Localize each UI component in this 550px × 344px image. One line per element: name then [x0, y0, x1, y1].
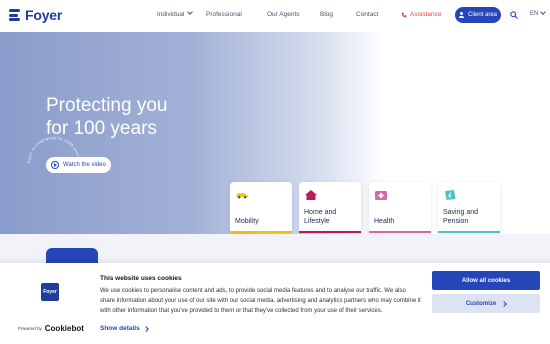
assistance-label: Assistance — [410, 11, 442, 18]
nav-individual[interactable]: Individual — [157, 9, 194, 18]
search-icon[interactable] — [510, 11, 518, 19]
cookie-brand-logo: Foyer — [41, 283, 59, 301]
powered-by-cookiebot[interactable]: Powered by Cookiebot — [18, 324, 84, 333]
powered-by-label: Powered by — [18, 326, 42, 331]
allow-all-cookies-button[interactable]: Allow all cookies — [432, 271, 540, 290]
show-details-label: Show details — [100, 325, 140, 332]
chevron-right-icon — [142, 325, 149, 332]
watch-video-button[interactable]: Watch the video — [46, 157, 111, 173]
piggy-icon — [445, 190, 456, 200]
phone-icon — [401, 12, 407, 17]
cookiebot-logo: Cookiebot — [44, 324, 84, 333]
show-details-link[interactable]: Show details — [100, 325, 149, 332]
category-label: Mobility — [235, 217, 259, 226]
nav-individual-label: Individual — [157, 11, 185, 18]
category-accent-bar — [299, 231, 361, 233]
nav-blog[interactable]: Blog — [320, 11, 333, 18]
category-label-line1: Health — [374, 218, 395, 225]
language-selector[interactable]: EN — [530, 9, 547, 17]
hero-title-line1: Protecting you — [46, 95, 168, 116]
category-card-saving-pension[interactable]: Saving and Pension — [438, 182, 500, 233]
site-header: Foyer Individual Professional Our Agents… — [0, 0, 550, 32]
category-label: Health — [374, 217, 394, 226]
nav-contact[interactable]: Contact — [356, 11, 378, 18]
client-area-label: Client area — [467, 12, 497, 18]
cookie-brand-logo-text: Foyer — [43, 289, 57, 295]
category-card-mobility[interactable]: Mobility — [230, 182, 292, 233]
category-accent-bar — [438, 231, 500, 233]
play-icon — [51, 161, 59, 169]
house-icon — [305, 190, 317, 200]
chevron-down-icon — [187, 9, 194, 15]
category-label-line2: Lifestyle — [304, 218, 330, 225]
foyer-logo[interactable]: Foyer — [9, 7, 62, 23]
health-icon — [375, 191, 387, 200]
language-label: EN — [530, 11, 539, 17]
category-label-line1: Saving and — [443, 209, 479, 216]
logo-text: Foyer — [25, 7, 63, 23]
cookie-banner: Foyer Powered by Cookiebot This website … — [0, 263, 550, 344]
category-label-line1: Home and — [304, 209, 337, 216]
category-accent-bar — [369, 231, 431, 233]
category-label: Saving and Pension — [443, 208, 478, 226]
category-accent-bar — [230, 231, 292, 233]
chevron-right-icon — [501, 300, 508, 307]
customize-label: Customize — [465, 300, 497, 307]
category-card-home-lifestyle[interactable]: Home and Lifestyle — [299, 182, 361, 233]
client-area-button[interactable]: Client area — [455, 7, 501, 23]
nav-professional[interactable]: Professional — [206, 11, 242, 18]
car-icon — [236, 193, 248, 199]
category-label: Home and Lifestyle — [304, 208, 336, 226]
category-label-line1: Mobility — [235, 218, 259, 225]
cookie-description: We use cookies to personalise content an… — [100, 288, 421, 314]
nav-our-agents[interactable]: Our Agents — [267, 11, 300, 18]
category-card-health[interactable]: Health — [369, 182, 431, 233]
watch-video-label: Watch the video — [63, 162, 106, 168]
assistance-link[interactable]: Assistance — [401, 11, 441, 18]
user-icon — [459, 12, 465, 18]
customize-button[interactable]: Customize — [432, 294, 540, 313]
chevron-down-icon — [540, 9, 547, 15]
category-label-line2: Pension — [443, 218, 469, 225]
foyer-logo-icon — [9, 8, 22, 22]
cookie-title: This website uses cookies — [100, 275, 182, 282]
